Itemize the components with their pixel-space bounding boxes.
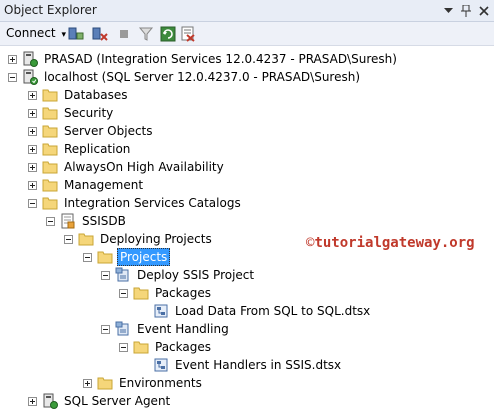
tree-node-management[interactable]: Management <box>28 176 145 194</box>
folder-icon <box>78 233 94 246</box>
tree-node-security[interactable]: Security <box>28 104 115 122</box>
collapse-icon[interactable] <box>8 72 17 82</box>
sql-server-agent-icon <box>43 393 58 409</box>
collapse-icon[interactable] <box>83 252 92 262</box>
tree-node-server-objects[interactable]: Server Objects <box>28 122 155 140</box>
tree-node-alwayson[interactable]: AlwaysOn High Availability <box>28 158 226 176</box>
tree-node-label: Event Handling <box>137 322 229 336</box>
tree-node-label: Deploying Projects <box>100 232 212 246</box>
folder-icon <box>42 89 58 102</box>
chevron-down-icon: ▾ <box>61 30 66 40</box>
folder-icon <box>97 377 113 390</box>
ssis-package-icon <box>154 358 168 372</box>
tree-node-integration-services-catalogs[interactable]: Integration Services Catalogs <box>28 194 243 212</box>
expand-icon[interactable] <box>28 180 37 190</box>
tree-node-deploy-ssis-project[interactable]: Deploy SSIS Project <box>101 266 256 284</box>
object-explorer-titlebar: Object Explorer <box>0 0 494 22</box>
ssis-project-icon <box>115 267 129 282</box>
tree-node-label: Environments <box>119 376 202 390</box>
tree-node-databases[interactable]: Databases <box>28 86 130 104</box>
tree-node-label: Replication <box>64 142 131 156</box>
tree-node-label: Deploy SSIS Project <box>137 268 255 282</box>
folder-icon <box>42 125 58 138</box>
tree-node-label: Server Objects <box>64 124 153 138</box>
stop-icon[interactable] <box>116 26 132 42</box>
tree-node-packages-1[interactable]: Packages <box>119 284 213 302</box>
tree-node-label: Packages <box>155 340 211 354</box>
catalog-icon <box>61 213 75 229</box>
collapse-icon[interactable] <box>64 234 73 244</box>
tree-node-packages-2[interactable]: Packages <box>119 338 213 356</box>
expand-icon[interactable] <box>28 144 37 154</box>
sql-server-icon <box>23 69 38 85</box>
tree-node-label: Event Handlers in SSIS.dtsx <box>175 358 342 372</box>
tree-node-sql-server-agent[interactable]: SQL Server Agent <box>28 392 172 410</box>
tree-node-replication[interactable]: Replication <box>28 140 132 158</box>
tree-node-label: AlwaysOn High Availability <box>64 160 224 174</box>
tree-node-environments[interactable]: Environments <box>83 374 204 392</box>
tree-node-label: localhost (SQL Server 12.0.4237.0 - PRAS… <box>44 70 361 84</box>
tree-node-label: Integration Services Catalogs <box>64 196 241 210</box>
collapse-icon[interactable] <box>101 324 110 334</box>
window-title: Object Explorer <box>4 3 97 17</box>
folder-icon <box>42 143 58 156</box>
collapse-icon[interactable] <box>28 198 37 208</box>
tree-node-label: Load Data From SQL to SQL.dtsx <box>175 304 371 318</box>
tree-node-event-handling[interactable]: Event Handling <box>101 320 231 338</box>
connect-label: Connect <box>6 26 56 40</box>
expand-icon[interactable] <box>8 54 17 64</box>
folder-icon <box>97 251 113 264</box>
collapse-icon[interactable] <box>101 270 110 280</box>
watermark: ©tutorialgateway.org <box>306 235 475 251</box>
folder-icon <box>42 197 58 210</box>
collapse-icon[interactable] <box>119 288 128 298</box>
tree-node-label: Security <box>64 106 114 120</box>
activity-monitor-icon[interactable] <box>180 26 196 42</box>
integration-services-server-icon <box>23 51 38 67</box>
tree-node-label: Management <box>64 178 144 192</box>
tree-node-label: SQL Server Agent <box>64 394 171 408</box>
tree-node-label: PRASAD (Integration Services 12.0.4237 -… <box>44 52 397 66</box>
expand-icon[interactable] <box>83 378 92 388</box>
dropdown-arrow-icon[interactable] <box>440 3 456 19</box>
expand-icon[interactable] <box>28 108 37 118</box>
folder-icon <box>42 179 58 192</box>
refresh-icon[interactable] <box>160 26 176 42</box>
folder-icon <box>42 107 58 120</box>
connect-button[interactable]: Connect ▾ <box>6 26 66 40</box>
tree-node-localhost[interactable]: localhost (SQL Server 12.0.4237.0 - PRAS… <box>8 68 362 86</box>
expand-icon[interactable] <box>28 162 37 172</box>
tree-node-label-selected: Projects <box>117 248 171 266</box>
expand-icon[interactable] <box>28 126 37 136</box>
connect-server-icon[interactable] <box>68 26 84 42</box>
folder-icon <box>133 341 149 354</box>
tree-node-prasad[interactable]: PRASAD (Integration Services 12.0.4237 -… <box>8 50 399 68</box>
watermark-text: tutorialgateway.org <box>314 235 475 251</box>
collapse-icon[interactable] <box>46 216 55 226</box>
pin-icon[interactable] <box>458 3 474 19</box>
collapse-icon[interactable] <box>119 342 128 352</box>
tree-node-ssisdb[interactable]: SSISDB <box>46 212 128 230</box>
object-explorer-tree: PRASAD (Integration Services 12.0.4237 -… <box>0 46 494 413</box>
close-icon[interactable] <box>476 3 492 19</box>
filter-icon[interactable] <box>138 26 154 42</box>
tree-node-projects[interactable]: Projects <box>83 248 171 266</box>
expand-icon[interactable] <box>28 396 37 406</box>
tree-node-label: Packages <box>155 286 211 300</box>
object-explorer-toolbar: Connect ▾ <box>0 22 494 46</box>
disconnect-server-icon[interactable] <box>92 26 108 42</box>
expand-icon[interactable] <box>28 90 37 100</box>
ssis-package-icon <box>154 304 168 318</box>
tree-node-event-handlers-package[interactable]: Event Handlers in SSIS.dtsx <box>153 356 343 374</box>
folder-icon <box>133 287 149 300</box>
folder-icon <box>42 161 58 174</box>
tree-node-label: Databases <box>64 88 128 102</box>
tree-node-deploying-projects[interactable]: Deploying Projects <box>64 230 214 248</box>
tree-node-label: SSISDB <box>82 214 126 228</box>
tree-node-load-data-package[interactable]: Load Data From SQL to SQL.dtsx <box>153 302 372 320</box>
ssis-project-icon <box>115 321 129 336</box>
